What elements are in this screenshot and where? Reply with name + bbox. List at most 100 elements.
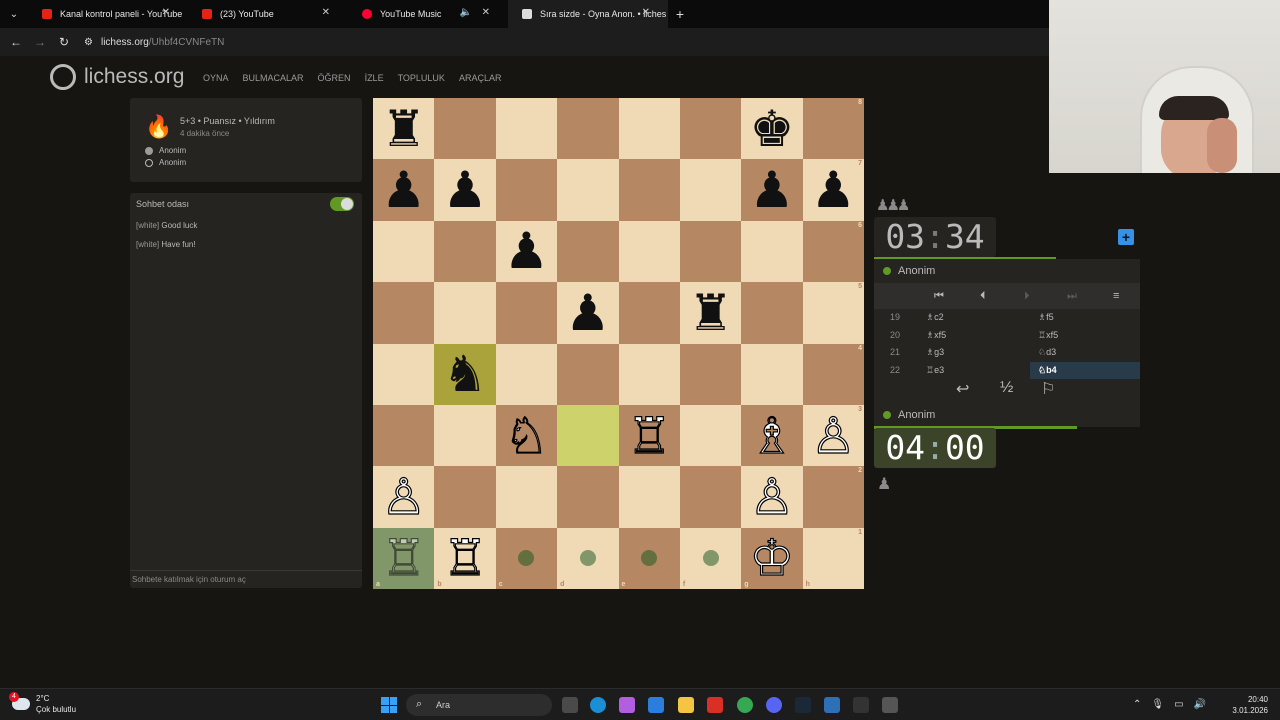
square-h5[interactable]: 5 (802, 282, 865, 344)
square-f6[interactable] (679, 220, 742, 283)
square-c7[interactable] (495, 159, 558, 221)
square-d8[interactable] (557, 98, 619, 160)
square-h6[interactable]: 6 (802, 220, 865, 283)
takeback-icon[interactable]: ↩ (956, 379, 969, 399)
square-e8[interactable] (618, 98, 680, 160)
square-c1[interactable]: c (495, 527, 558, 590)
square-e1[interactable]: e (618, 527, 680, 590)
square-f1[interactable]: f (679, 527, 742, 590)
square-f3[interactable] (679, 404, 742, 467)
square-g3[interactable]: ♗ (741, 404, 803, 467)
square-h4[interactable]: 4 (802, 343, 865, 405)
square-e7[interactable] (618, 159, 680, 221)
new-tab-icon[interactable]: + (668, 6, 692, 22)
close-icon[interactable]: ✕ (162, 7, 170, 18)
chess-piece[interactable]: ♜ (381, 104, 426, 154)
move-dest-dot[interactable] (641, 550, 658, 567)
chess-piece[interactable]: ♘ (503, 410, 549, 461)
chess-piece[interactable]: ♙ (749, 471, 795, 522)
square-a8[interactable]: ♜ (373, 98, 435, 160)
square-g1[interactable]: ♔ g (741, 527, 803, 590)
chess-piece[interactable]: ♔ (749, 533, 795, 584)
square-d4[interactable] (557, 343, 619, 405)
player-white[interactable]: Anonim (145, 146, 186, 155)
chess-piece[interactable]: ♟ (811, 165, 856, 215)
square-e4[interactable] (618, 343, 680, 405)
menu-item-tools[interactable]: ARAÇLAR (459, 73, 502, 83)
square-f7[interactable] (679, 159, 742, 221)
chess-piece[interactable]: ♚ (750, 104, 795, 154)
square-a2[interactable]: ♙ (373, 466, 435, 528)
chrome-icon[interactable] (737, 697, 753, 713)
chess-piece[interactable]: ♖ (626, 410, 672, 461)
close-icon[interactable]: ✕ (482, 7, 490, 18)
notepad-icon[interactable] (824, 697, 840, 713)
square-g2[interactable]: ♙ (741, 466, 803, 528)
chess-piece[interactable]: ♟ (750, 165, 795, 215)
add-time-button[interactable]: + (1118, 229, 1134, 245)
move-white[interactable]: ♗g3 (926, 347, 944, 358)
last-move-icon[interactable]: ⏭ (1067, 290, 1077, 303)
square-h3[interactable]: ♙ 3 (802, 404, 865, 467)
square-b8[interactable] (434, 98, 496, 160)
square-b1[interactable]: ♖ b (434, 527, 496, 590)
chess-piece[interactable]: ♙ (381, 471, 427, 522)
app-icon[interactable] (882, 697, 898, 713)
chevron-up-icon[interactable]: ⌃ (1133, 699, 1141, 710)
menu-item-learn[interactable]: ÖĞREN (318, 73, 351, 83)
taskbar-search[interactable]: ⌕ Ara (406, 694, 552, 716)
square-c4[interactable] (495, 343, 558, 405)
square-a4[interactable] (373, 343, 435, 405)
tab-list-chevron-icon[interactable]: ⌄ (0, 9, 28, 20)
browser-tab-4[interactable]: Sıra sizde - Oyna Anon. • liches ✕ (508, 0, 668, 28)
square-c2[interactable] (495, 466, 558, 528)
chess-piece[interactable]: ♗ (749, 410, 795, 461)
square-a3[interactable] (373, 404, 435, 467)
first-move-icon[interactable]: ⏮ (934, 290, 944, 303)
reload-icon[interactable]: ↻ (52, 35, 76, 49)
square-h2[interactable]: 2 (802, 466, 865, 528)
square-e2[interactable] (618, 466, 680, 528)
chess-piece[interactable]: ♟ (443, 165, 488, 215)
menu-item-watch[interactable]: İZLE (365, 73, 384, 83)
volume-icon[interactable]: 🔊 (1194, 699, 1206, 710)
player-black[interactable]: Anonim (145, 158, 186, 167)
menu-item-community[interactable]: TOPLULUK (398, 73, 445, 83)
square-d2[interactable] (557, 466, 619, 528)
chess-piece[interactable]: ♙ (810, 410, 856, 461)
menu-item-play[interactable]: OYNA (203, 73, 229, 83)
square-c6[interactable]: ♟ (495, 220, 558, 283)
square-g4[interactable] (741, 343, 803, 405)
chat-input[interactable]: Sohbete katılmak için oturum aç (130, 570, 362, 588)
draw-offer-icon[interactable]: ½ (1000, 379, 1013, 397)
browser-tab-3[interactable]: YouTube Music 🔈 ✕ (348, 0, 508, 28)
copilot-icon[interactable] (619, 697, 635, 713)
square-g5[interactable] (741, 282, 803, 344)
file-explorer-icon[interactable] (678, 697, 694, 713)
brave-icon[interactable] (707, 697, 723, 713)
epic-games-icon[interactable] (853, 697, 869, 713)
menu-icon[interactable]: ≡ (1113, 290, 1119, 302)
square-a7[interactable]: ♟ (373, 159, 435, 221)
microphone-icon[interactable]: 🎙 (1151, 699, 1164, 710)
square-e3[interactable]: ♖ (618, 404, 680, 467)
square-e6[interactable] (618, 220, 680, 283)
square-d7[interactable] (557, 159, 619, 221)
url-field[interactable]: ⚙ lichess.org/Uhbf4CVNFeTN (84, 37, 224, 48)
square-b5[interactable] (434, 282, 496, 344)
square-a5[interactable] (373, 282, 435, 344)
close-icon[interactable]: ✕ (642, 7, 650, 18)
move-black[interactable]: ♘b4 (1030, 361, 1140, 379)
close-icon[interactable]: ✕ (322, 7, 330, 18)
move-white[interactable]: ♖e3 (926, 365, 944, 376)
menu-item-puzzles[interactable]: BULMACALAR (243, 73, 304, 83)
chess-piece[interactable]: ♟ (381, 165, 426, 215)
network-icon[interactable]: ▭ (1174, 699, 1183, 710)
clock-widget[interactable]: 20:40 3.01.2026 (1232, 694, 1268, 716)
chess-piece[interactable]: ♞ (443, 349, 488, 399)
square-a6[interactable] (373, 220, 435, 283)
square-c5[interactable] (495, 282, 558, 344)
chess-piece[interactable]: ♖ (442, 533, 488, 584)
move-dest-dot[interactable] (518, 550, 535, 567)
move-dest-dot[interactable] (702, 550, 719, 567)
